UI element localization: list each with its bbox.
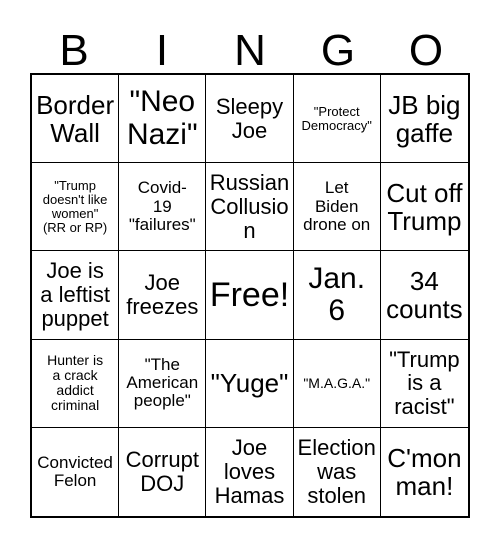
bingo-cell-label: "M.A.G.A." (303, 374, 371, 391)
bingo-cell[interactable]: Sleepy Joe (206, 75, 294, 164)
bingo-grid: Border Wall "Neo Nazi" Sleepy Joe "Protect … (30, 73, 470, 518)
header-letter-i: I (155, 26, 169, 75)
bingo-cell-label: Convicted Felon (37, 452, 113, 490)
bingo-cell[interactable]: Corrupt DOJ (119, 427, 207, 516)
bingo-header: B I N G O (30, 16, 470, 73)
bingo-cell-label: Cut off Trump (386, 177, 463, 236)
bingo-cell[interactable]: "Yuge" (206, 339, 294, 428)
bingo-cell[interactable]: Cut off Trump (380, 163, 468, 252)
bingo-cell-label: 34 counts (386, 265, 463, 324)
bingo-cell-label: "Neo Nazi" (126, 85, 198, 151)
bingo-cell[interactable]: Jan. 6 (293, 251, 381, 340)
bingo-cell[interactable]: "The American people" (119, 339, 207, 428)
bingo-cell-label: Corrupt DOJ (125, 447, 199, 496)
bingo-cell[interactable]: "Trump doesn't like women" (RR or RP) (32, 163, 120, 252)
bingo-free-space[interactable]: Free! (206, 251, 294, 340)
bingo-cell-label: Free! (209, 275, 290, 314)
bingo-cell[interactable]: C'mon man! (380, 427, 468, 516)
bingo-cell[interactable]: Joe loves Hamas (206, 427, 294, 516)
bingo-cell[interactable]: Hunter is a crack addict criminal (32, 339, 120, 428)
bingo-cell-label: Hunter is a crack addict criminal (47, 351, 104, 414)
bingo-cell-label: Sleepy Joe (215, 93, 284, 143)
bingo-cell[interactable]: Joe freezes (119, 251, 207, 340)
bingo-cell[interactable]: Let Biden drone on (293, 163, 381, 252)
bingo-cell-label: "Protect Democracy" (301, 103, 372, 133)
bingo-cell-label: Joe freezes (126, 270, 199, 319)
bingo-cell-label: "Yuge" (210, 368, 289, 399)
bingo-cell-label: "Trump doesn't like women" (RR or RP) (42, 177, 108, 235)
bingo-cell-label: Let Biden drone on (303, 178, 371, 234)
bingo-cell-label: "The American people" (126, 354, 199, 411)
header-letter-g: G (320, 26, 356, 75)
bingo-cell[interactable]: 34 counts (380, 251, 468, 340)
bingo-cell[interactable]: "Protect Democracy" (293, 75, 381, 164)
bingo-cell[interactable]: "Trump is a racist" (380, 339, 468, 428)
bingo-cell-label: Joe is a leftist puppet (40, 258, 110, 331)
bingo-cell-label: Joe loves Hamas (214, 435, 285, 508)
bingo-cell-label: Russian Collusion (209, 170, 290, 243)
bingo-cell-label: Border Wall (36, 89, 115, 148)
bingo-cell[interactable]: Election was stolen (293, 427, 381, 516)
bingo-card: B I N G O Border Wall "Neo Nazi" Sleepy Jo… (0, 0, 500, 544)
bingo-cell[interactable]: "Neo Nazi" (119, 75, 207, 164)
bingo-cell[interactable]: Convicted Felon (32, 427, 120, 516)
bingo-cell-label: "Trump is a racist" (389, 346, 460, 420)
header-letter-n: N (234, 26, 266, 75)
bingo-cell-label: Election was stolen (297, 435, 376, 508)
header-letter-b: B (59, 26, 89, 75)
bingo-cell[interactable]: Russian Collusion (206, 163, 294, 252)
bingo-cell-label: C'mon man! (387, 442, 462, 501)
bingo-cell[interactable]: JB big gaffe (380, 75, 468, 164)
bingo-cell[interactable]: Border Wall (32, 75, 120, 164)
bingo-cell[interactable]: "M.A.G.A." (293, 339, 381, 428)
header-letter-o: O (408, 26, 444, 75)
bingo-cell[interactable]: Joe is a leftist puppet (32, 251, 120, 340)
bingo-cell-label: Covid- 19 "failures" (128, 178, 196, 234)
bingo-cell[interactable]: Covid- 19 "failures" (119, 163, 207, 252)
bingo-cell-label: JB big gaffe (388, 89, 461, 148)
bingo-cell-label: Jan. 6 (308, 261, 366, 327)
